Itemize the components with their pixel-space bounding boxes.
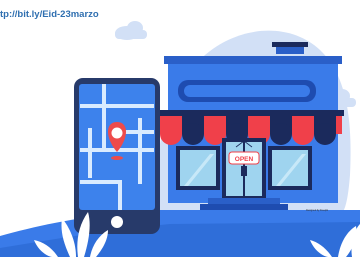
store-window-left xyxy=(176,146,220,190)
url-text[interactable]: tp://bit.ly/Eid-23marzo xyxy=(0,9,99,20)
store-window-right xyxy=(268,146,312,190)
store-door: OPEN xyxy=(222,138,266,198)
illustration: OPEN xyxy=(0,21,360,257)
open-sign-text: OPEN xyxy=(235,156,254,163)
phone-home-button xyxy=(111,216,123,228)
credit-text: Designed by Freepik xyxy=(306,209,328,212)
cloud-icon xyxy=(115,21,147,40)
store-steps xyxy=(208,198,280,204)
